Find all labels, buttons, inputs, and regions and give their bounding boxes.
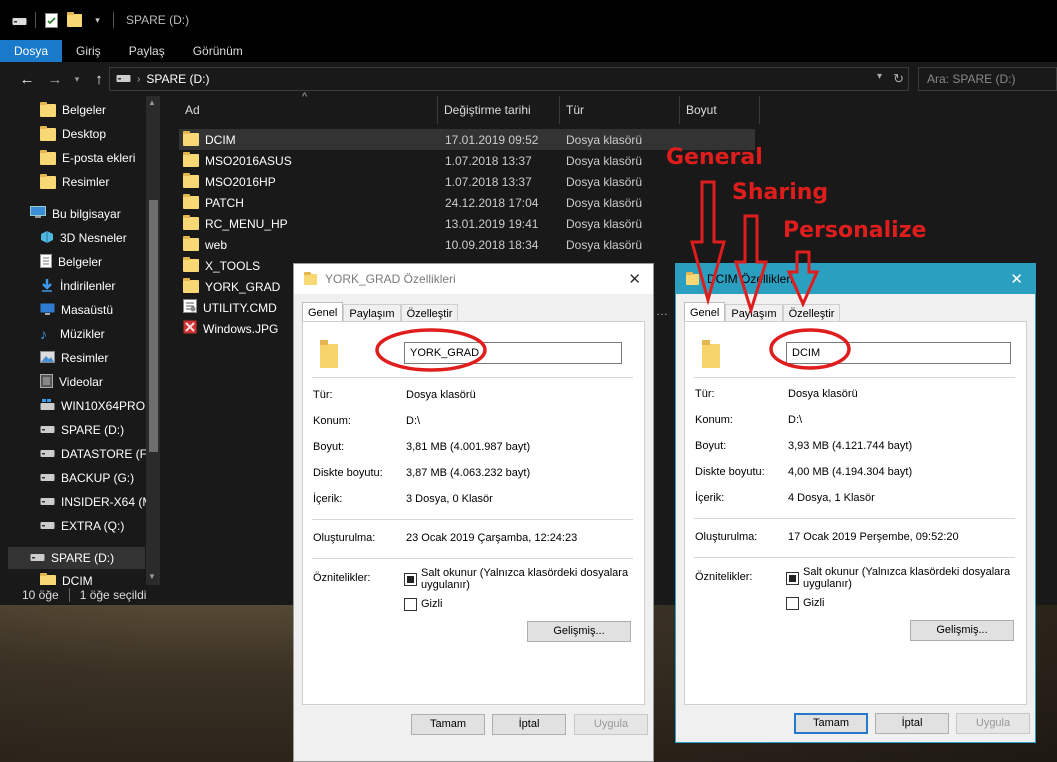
- annotation-arrow-sharing: [733, 214, 769, 316]
- annotation-ellipse-right: [769, 328, 851, 370]
- annotation-overlay: [375, 180, 851, 372]
- annotation-arrow-personalize: [786, 250, 820, 308]
- annotation-personalize-label: Personalize: [783, 218, 927, 243]
- annotation-arrow-general: [690, 180, 726, 306]
- annotation-general-label: General: [666, 145, 763, 170]
- annotation-sharing-label: Sharing: [732, 180, 829, 205]
- annotation-ellipse-left: [375, 328, 487, 372]
